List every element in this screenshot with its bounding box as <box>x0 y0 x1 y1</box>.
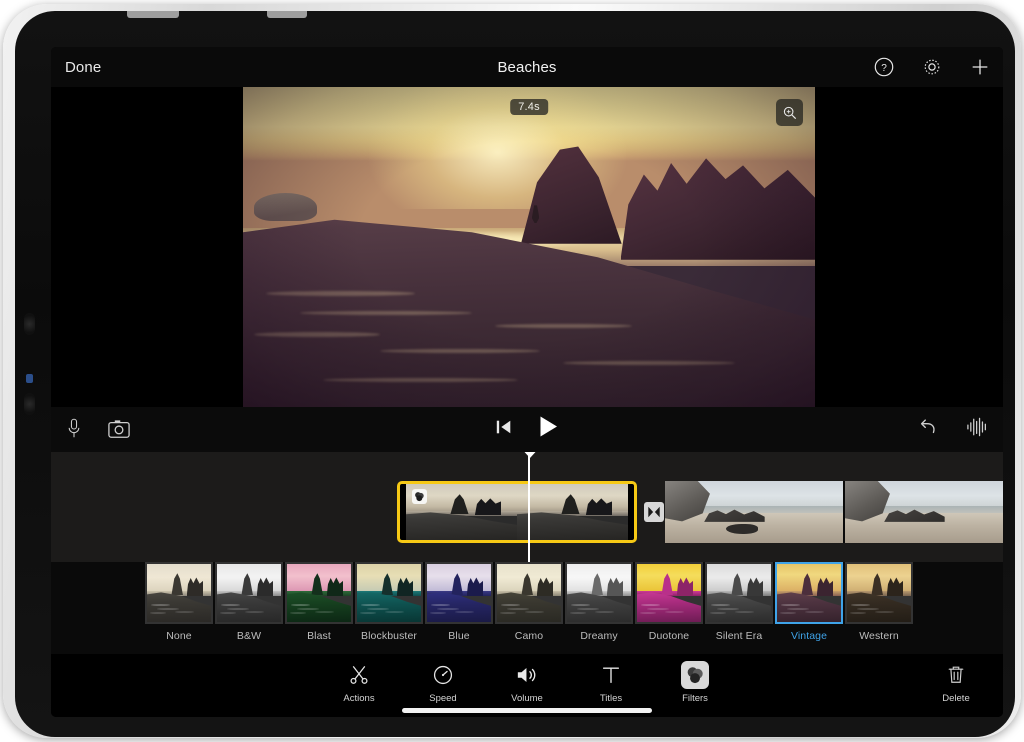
waveform-icon[interactable] <box>965 417 989 437</box>
playhead-marker <box>519 452 541 458</box>
filter-thumbnail <box>635 562 703 624</box>
undo-icon[interactable] <box>917 417 939 437</box>
playback-control-bar <box>51 407 1003 452</box>
app-header: Done Beaches ? <box>51 47 1003 87</box>
filter-label: Silent Era <box>716 630 763 642</box>
timeline[interactable] <box>51 452 1003 562</box>
filter-thumbnail <box>845 562 913 624</box>
filter-thumbnail <box>495 562 563 624</box>
camera-icon[interactable] <box>107 418 131 440</box>
clip-thumbnail <box>517 484 628 540</box>
gear-icon[interactable] <box>921 56 943 78</box>
filter-label: Blue <box>448 630 469 642</box>
clip-thumbnail <box>845 481 1003 543</box>
filter-item-silent-era[interactable]: Silent Era <box>705 562 773 642</box>
filter-item-western[interactable]: Western <box>845 562 913 642</box>
delete-button[interactable]: Delete <box>931 661 981 704</box>
bottom-toolbar: Actions Speed <box>51 654 1003 717</box>
filter-item-dreamy[interactable]: Dreamy <box>565 562 633 642</box>
header-actions: ? <box>873 56 991 78</box>
filters-circles-icon <box>681 661 709 689</box>
preview-vignette <box>243 87 815 407</box>
tool-label: Volume <box>511 693 543 704</box>
filter-thumbnail <box>215 562 283 624</box>
speaker-grille-top <box>24 313 35 335</box>
filter-item-none[interactable]: None <box>145 562 213 642</box>
svg-text:?: ? <box>881 63 887 74</box>
clip-thumbnail <box>665 481 845 543</box>
filter-thumbnail <box>425 562 493 624</box>
tool-volume[interactable]: Volume <box>502 661 552 704</box>
control-bar-right <box>917 417 989 437</box>
trash-icon <box>946 661 966 689</box>
power-button[interactable] <box>267 11 307 18</box>
play-icon[interactable] <box>539 415 559 438</box>
filters-strip[interactable]: None B&W Blast Blockbuster Blue Camo Dreamy Duo… <box>51 562 1003 654</box>
filter-item-blockbuster[interactable]: Blockbuster <box>355 562 423 642</box>
tool-group: Actions Speed <box>334 661 720 704</box>
ipad-body: Done Beaches ? <box>15 11 1015 737</box>
volume-button[interactable] <box>127 11 179 18</box>
app-screen: Done Beaches ? <box>51 47 1003 717</box>
transition-icon[interactable] <box>644 502 664 522</box>
microphone-icon[interactable] <box>65 417 83 441</box>
filter-label: Western <box>859 630 899 642</box>
filter-thumbnail <box>705 562 773 624</box>
speedometer-icon <box>432 661 454 689</box>
tool-label: Speed <box>429 693 456 704</box>
filter-label: Camo <box>515 630 543 642</box>
filter-item-camo[interactable]: Camo <box>495 562 563 642</box>
control-bar-center <box>496 415 559 438</box>
filter-label: Blockbuster <box>361 630 417 642</box>
filter-thumbnail <box>565 562 633 624</box>
filter-item-blast[interactable]: Blast <box>285 562 353 642</box>
playhead[interactable] <box>528 452 530 562</box>
filter-item-b-w[interactable]: B&W <box>215 562 283 642</box>
filter-label: B&W <box>237 630 261 642</box>
filter-item-duotone[interactable]: Duotone <box>635 562 703 642</box>
filter-thumbnail <box>775 562 843 624</box>
filter-thumbnail <box>285 562 353 624</box>
tool-speed[interactable]: Speed <box>418 661 468 704</box>
status-indicator-led <box>26 374 33 383</box>
filter-label: None <box>166 630 192 642</box>
filter-thumbnail <box>355 562 423 624</box>
scissors-icon <box>348 661 370 689</box>
filter-label: Vintage <box>791 630 827 642</box>
preview-area: 7.4s <box>51 87 1003 407</box>
timeline-clip-selected[interactable] <box>397 481 637 543</box>
control-bar-left <box>65 417 131 441</box>
tool-label: Actions <box>343 693 374 704</box>
speaker-grille-bottom <box>24 393 35 415</box>
help-circle-icon[interactable]: ? <box>873 56 895 78</box>
tool-filters[interactable]: Filters <box>670 661 720 704</box>
filter-badge-icon <box>412 489 427 504</box>
delete-label: Delete <box>942 693 969 704</box>
home-indicator <box>402 708 652 713</box>
page-title: Beaches <box>51 59 1003 76</box>
filter-label: Blast <box>307 630 331 642</box>
skip-to-start-icon[interactable] <box>496 418 513 436</box>
tool-label: Filters <box>682 693 708 704</box>
duration-badge: 7.4s <box>510 99 548 115</box>
filter-item-blue[interactable]: Blue <box>425 562 493 642</box>
speaker-icon <box>515 661 539 689</box>
ipad-device-frame: Done Beaches ? <box>3 4 1021 738</box>
tool-titles[interactable]: Titles <box>586 661 636 704</box>
video-preview[interactable]: 7.4s <box>243 87 815 407</box>
filter-label: Duotone <box>649 630 689 642</box>
magnifier-plus-icon[interactable] <box>776 99 803 126</box>
timeline-clip-next[interactable] <box>665 481 1003 543</box>
filter-item-vintage[interactable]: Vintage <box>775 562 843 642</box>
filter-thumbnail <box>145 562 213 624</box>
text-t-icon <box>600 661 622 689</box>
filter-label: Dreamy <box>580 630 617 642</box>
plus-icon[interactable] <box>969 56 991 78</box>
tool-label: Titles <box>600 693 622 704</box>
tool-actions[interactable]: Actions <box>334 661 384 704</box>
